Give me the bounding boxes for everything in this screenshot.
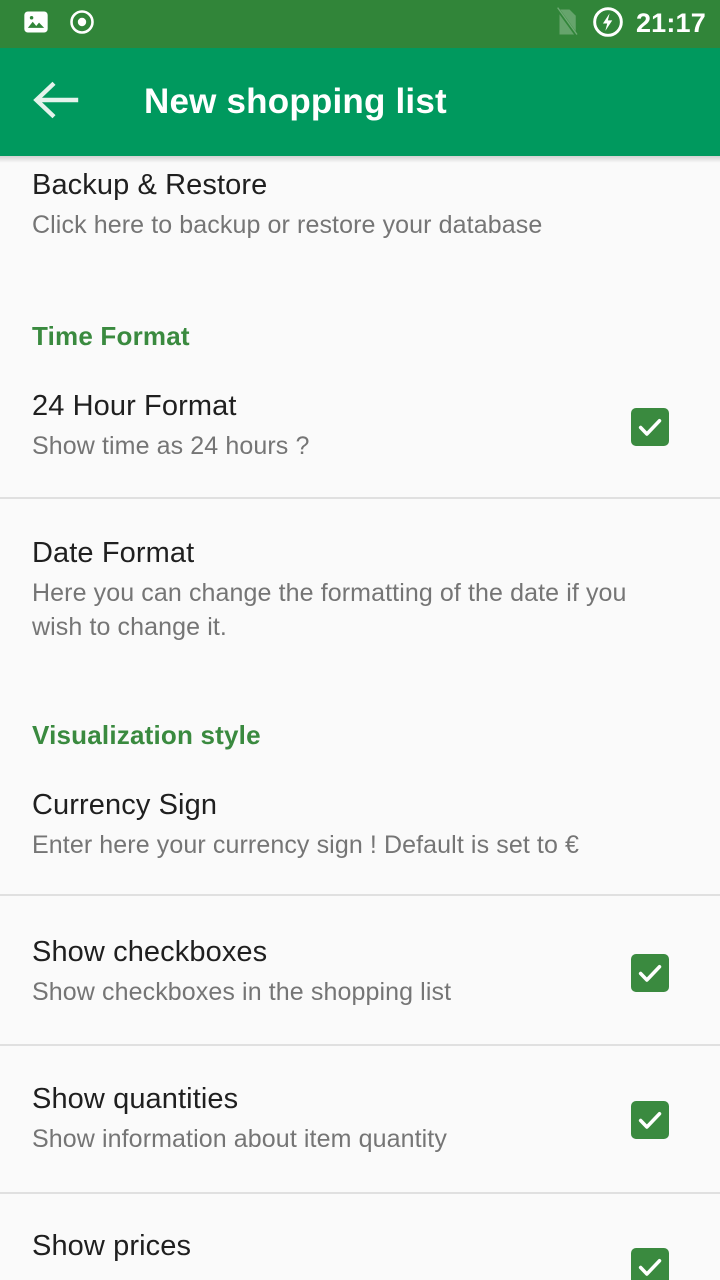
image-icon	[22, 8, 50, 41]
preference-date-format[interactable]: Date Format Here you can change the form…	[0, 536, 720, 644]
preference-show-quantities[interactable]: Show quantities Show information about i…	[0, 1082, 720, 1156]
preference-checkbox-slot	[612, 389, 688, 446]
preference-texts: Show prices	[32, 1229, 612, 1269]
preference-summary: Here you can change the formatting of th…	[32, 579, 627, 641]
status-bar-right-icons: 21:17	[554, 6, 706, 43]
list-divider	[0, 894, 720, 896]
section-header-time-format: Time Format	[32, 321, 190, 351]
preference-checkbox-slot	[612, 1082, 688, 1139]
checkbox-show-prices[interactable]	[631, 1248, 669, 1280]
sim-card-off-icon	[554, 6, 580, 42]
preference-title: Show prices	[32, 1230, 192, 1262]
preference-texts: Currency Sign Enter here your currency s…	[32, 788, 688, 862]
checkbox-24-hour-format[interactable]	[631, 408, 669, 446]
record-circle-icon	[68, 8, 96, 41]
status-bar-left-icons	[22, 8, 96, 41]
preference-summary: Click here to backup or restore your dat…	[32, 211, 543, 239]
list-divider	[0, 1192, 720, 1194]
preference-title: Date Format	[32, 537, 195, 569]
preference-show-prices[interactable]: Show prices	[0, 1229, 720, 1280]
check-icon	[638, 419, 662, 436]
preference-texts: Date Format Here you can change the form…	[32, 536, 688, 644]
check-icon	[638, 965, 662, 982]
preference-show-checkboxes[interactable]: Show checkboxes Show checkboxes in the s…	[0, 935, 720, 1009]
preference-texts: Backup & Restore Click here to backup or…	[32, 168, 688, 242]
preference-title: Backup & Restore	[32, 169, 268, 201]
status-bar-clock: 21:17	[635, 8, 706, 38]
preference-summary: Show time as 24 hours ?	[32, 432, 310, 460]
preference-texts: Show checkboxes Show checkboxes in the s…	[32, 935, 612, 1009]
check-icon	[638, 1112, 662, 1129]
preference-backup-restore[interactable]: Backup & Restore Click here to backup or…	[0, 168, 720, 242]
checkbox-show-checkboxes[interactable]	[631, 954, 669, 992]
back-arrow-icon	[32, 80, 80, 125]
back-button[interactable]	[20, 66, 92, 138]
phone-screen: 21:17 New shopping list Backup & Restore…	[0, 0, 720, 1280]
battery-charging-icon	[592, 6, 624, 43]
preference-title: Show checkboxes	[32, 936, 268, 968]
settings-list[interactable]: Backup & Restore Click here to backup or…	[0, 156, 720, 1280]
list-divider	[0, 497, 720, 499]
preference-currency-sign[interactable]: Currency Sign Enter here your currency s…	[0, 788, 720, 862]
checkbox-show-quantities[interactable]	[631, 1101, 669, 1139]
preference-24-hour-format[interactable]: 24 Hour Format Show time as 24 hours ?	[0, 389, 720, 463]
app-bar: New shopping list	[0, 48, 720, 156]
preference-texts: Show quantities Show information about i…	[32, 1082, 612, 1156]
preference-summary: Show checkboxes in the shopping list	[32, 978, 452, 1006]
section-header-visualization-style: Visualization style	[32, 720, 261, 750]
page-title: New shopping list	[144, 82, 447, 121]
preference-summary: Enter here your currency sign ! Default …	[32, 831, 580, 859]
preference-texts: 24 Hour Format Show time as 24 hours ?	[32, 389, 612, 463]
check-icon	[638, 1259, 662, 1276]
preference-title: 24 Hour Format	[32, 390, 237, 422]
list-divider	[0, 1044, 720, 1046]
preference-summary: Show information about item quantity	[32, 1125, 447, 1153]
preference-title: Show quantities	[32, 1083, 239, 1115]
preference-checkbox-slot	[612, 935, 688, 992]
preference-title: Currency Sign	[32, 789, 218, 821]
status-bar: 21:17	[0, 0, 720, 48]
preference-checkbox-slot	[612, 1229, 688, 1280]
